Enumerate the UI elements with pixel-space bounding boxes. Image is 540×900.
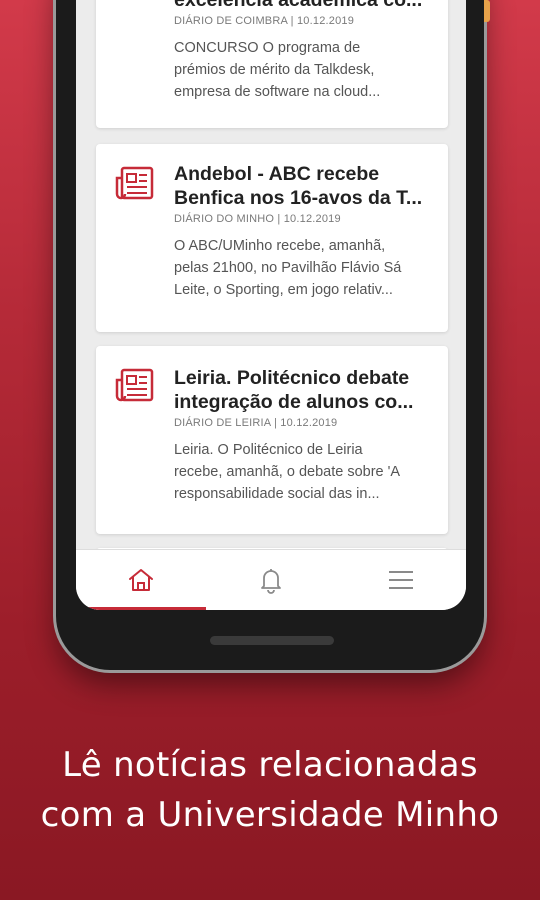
tab-notifications[interactable] [206,550,336,610]
app-screen: excelência académica co... DIÁRIO DE COI… [76,0,466,610]
newspaper-icon [115,166,154,200]
tab-home[interactable] [76,550,206,610]
news-title: Andebol - ABC recebe Benfica nos 16-avos… [174,163,423,209]
active-tab-indicator [76,607,206,610]
menu-icon [389,571,413,589]
news-snippet: Leiria. O Politécnico de Leiria recebe, … [174,442,401,502]
newspaper-icon [115,368,154,402]
news-source: DIÁRIO DE COIMBRA | 10.12.2019 [174,15,355,27]
phone-speaker [210,636,334,645]
news-snippet: CONCURSO O programa de prémios de mérito… [174,40,381,100]
tagline-line-2: com a Universidade Minho [40,795,500,835]
news-source: DIÁRIO DE LEIRIA | 10.12.2019 [174,417,338,429]
news-snippet: O ABC/UMinho recebe, amanhã, pelas 21h00… [174,238,402,298]
power-button [484,0,490,22]
news-source: DIÁRIO DO MINHO | 10.12.2019 [174,213,341,225]
news-card[interactable]: Leiria. Politécnico debate integração de… [96,346,448,534]
news-title: excelência académica co... [174,0,423,11]
tagline-line-1: Lê notícias relacionadas [62,745,478,785]
bottom-tab-bar [76,549,466,610]
tab-menu[interactable] [336,550,466,610]
bell-icon [261,569,281,594]
news-card[interactable]: Andebol - ABC recebe Benfica nos 16-avos… [96,144,448,332]
news-title: Leiria. Politécnico debate integração de… [174,367,414,413]
home-icon [129,569,153,591]
news-card[interactable]: excelência académica co... DIÁRIO DE COI… [96,0,448,128]
